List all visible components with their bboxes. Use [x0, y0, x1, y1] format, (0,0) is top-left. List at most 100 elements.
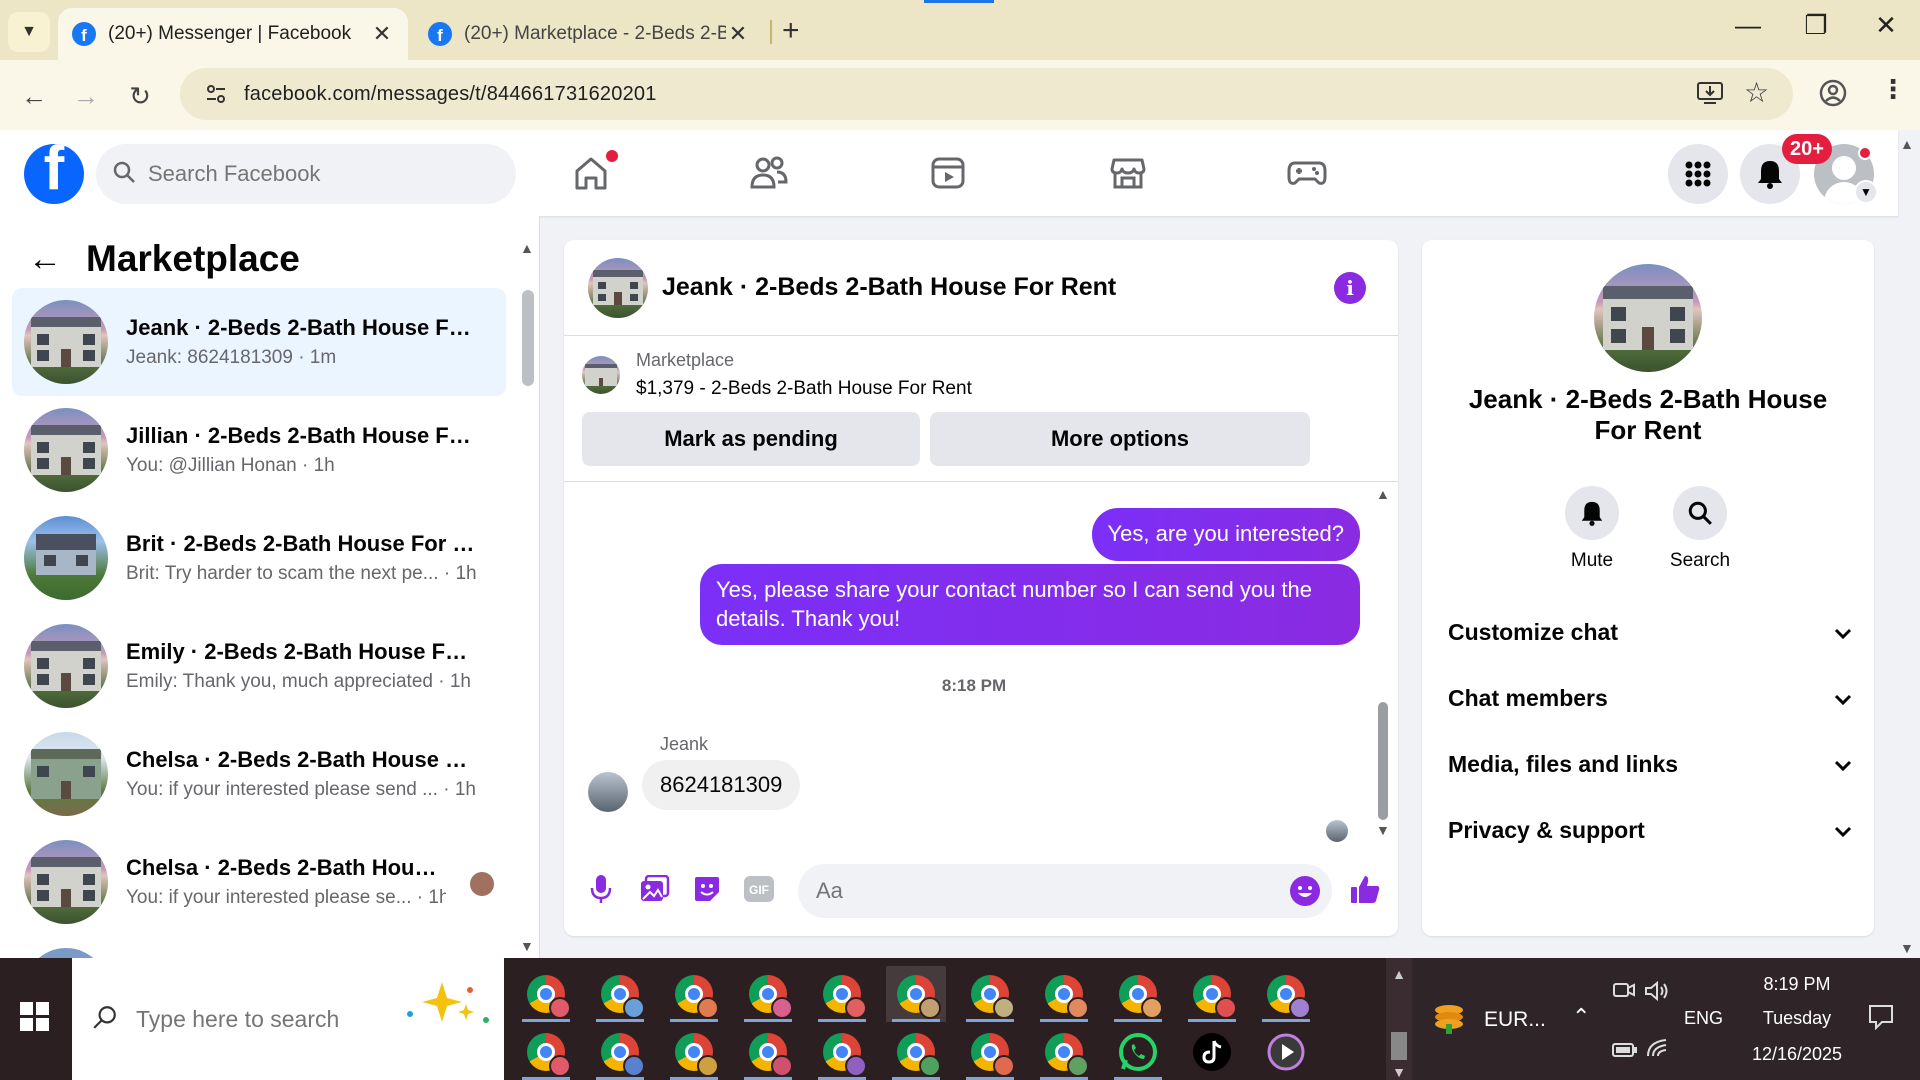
- currency-coins-icon[interactable]: [1432, 1000, 1466, 1039]
- meet-now-icon[interactable]: [1612, 980, 1636, 1007]
- show-hidden-icons-chevron-up-icon[interactable]: ⌃: [1572, 1004, 1590, 1030]
- taskbar-chrome-window[interactable]: [590, 966, 650, 1022]
- window-close-icon[interactable]: ✕: [1866, 10, 1906, 41]
- nav-friends[interactable]: [734, 148, 804, 198]
- taskbar-chrome-window[interactable]: [590, 1024, 650, 1080]
- message-input[interactable]: [816, 878, 1256, 904]
- mute-button[interactable]: Mute: [1552, 486, 1632, 572]
- restore-icon[interactable]: ❐: [1796, 10, 1836, 41]
- site-settings-icon[interactable]: [196, 74, 236, 114]
- taskbar-chrome-window[interactable]: [664, 1024, 724, 1080]
- media-files-links-row[interactable]: Media, files and links: [1448, 744, 1852, 784]
- menu-grid-button[interactable]: [1668, 144, 1728, 204]
- clock-date[interactable]: 12/16/2025: [1738, 1044, 1856, 1065]
- scroll-up-icon[interactable]: ▲: [1376, 486, 1390, 502]
- browser-menu-icon[interactable]: ⋮: [1880, 74, 1906, 105]
- privacy-support-row[interactable]: Privacy & support: [1448, 810, 1852, 850]
- taskbar-chrome-window[interactable]: [886, 1024, 946, 1080]
- notification-center-icon[interactable]: [1868, 1004, 1894, 1035]
- nav-marketplace[interactable]: [1093, 148, 1163, 198]
- forward-arrow-icon[interactable]: →: [66, 76, 106, 116]
- taskbar-search-box[interactable]: [72, 958, 504, 1080]
- tab-search-button[interactable]: ▼: [8, 12, 50, 52]
- back-arrow-icon[interactable]: ←: [28, 240, 62, 279]
- conversation-item[interactable]: [12, 936, 506, 958]
- taskbar-chrome-window[interactable]: [664, 966, 724, 1022]
- taskbar-search-input[interactable]: [136, 1005, 406, 1033]
- taskbar-chrome-window[interactable]: [812, 966, 872, 1022]
- taskbar-chrome-window[interactable]: [516, 966, 576, 1022]
- nav-home[interactable]: [556, 148, 626, 198]
- emoji-icon[interactable]: [1290, 876, 1320, 906]
- nav-video[interactable]: [913, 148, 983, 198]
- tab-close-icon[interactable]: ✕: [370, 21, 394, 47]
- listing-mini-thumbnail[interactable]: [582, 356, 620, 394]
- taskbar-chrome-window[interactable]: [1034, 966, 1094, 1022]
- chat-title[interactable]: Jeank · 2-Beds 2-Bath House For Rent: [662, 273, 1116, 302]
- bookmark-star-icon[interactable]: ☆: [1744, 76, 1769, 109]
- page-scroll-down-icon[interactable]: ▼: [1900, 940, 1914, 956]
- info-icon[interactable]: i: [1334, 272, 1366, 304]
- clock-day[interactable]: Tuesday: [1752, 1008, 1842, 1029]
- thumbs-up-icon[interactable]: [1346, 870, 1384, 908]
- wifi-icon[interactable]: [1646, 1038, 1670, 1063]
- taskbar-chrome-window[interactable]: [1256, 966, 1316, 1022]
- taskbar-tiktok[interactable]: [1182, 1024, 1242, 1080]
- conversation-item[interactable]: Jeank · 2-Beds 2-Bath House For... Jeank…: [12, 288, 506, 396]
- sticker-icon[interactable]: [688, 870, 726, 908]
- scroll-up-icon[interactable]: ▲: [520, 240, 534, 256]
- taskbar-chrome-window[interactable]: [812, 1024, 872, 1080]
- volume-icon[interactable]: [1644, 980, 1670, 1007]
- chat-listing-thumbnail[interactable]: [588, 257, 648, 318]
- nav-gaming[interactable]: [1272, 148, 1342, 198]
- taskbar-chrome-window[interactable]: [738, 1024, 798, 1080]
- taskbar-chrome-window[interactable]: [738, 966, 798, 1022]
- battery-icon[interactable]: [1612, 1042, 1638, 1063]
- message-input-box[interactable]: [798, 864, 1332, 918]
- search-in-conversation-button[interactable]: Search: [1660, 486, 1740, 572]
- clock-time[interactable]: 8:19 PM: [1752, 974, 1842, 995]
- conversation-item[interactable]: Chelsa · 2-Beds 2-Bath House Fo... You: …: [12, 720, 506, 828]
- sender-avatar[interactable]: [588, 772, 628, 812]
- microphone-icon[interactable]: [582, 870, 620, 908]
- minimize-icon[interactable]: —: [1728, 10, 1768, 41]
- chat-scrollbar[interactable]: [1378, 702, 1388, 820]
- facebook-logo[interactable]: f: [24, 144, 84, 204]
- taskbar-chrome-window-active[interactable]: [886, 966, 946, 1022]
- conversation-item[interactable]: Jillian · 2-Beds 2-Bath House For... You…: [12, 396, 506, 504]
- taskbar-chrome-window[interactable]: [1034, 1024, 1094, 1080]
- conversation-photo[interactable]: [1594, 264, 1702, 372]
- new-tab-plus-icon[interactable]: +: [782, 14, 800, 48]
- gif-icon[interactable]: GIF: [740, 870, 778, 908]
- conversation-item[interactable]: Brit · 2-Beds 2-Bath House For R... Brit…: [12, 504, 506, 612]
- mark-as-pending-button[interactable]: Mark as pending: [582, 412, 920, 466]
- page-scroll-up-icon[interactable]: ▲: [1900, 136, 1914, 152]
- address-bar[interactable]: facebook.com/messages/t/844661731620201: [180, 68, 1793, 120]
- browser-tab-messenger[interactable]: f (20+) Messenger | Facebook ✕: [58, 8, 408, 60]
- outgoing-message[interactable]: Yes, please share your contact number so…: [700, 564, 1360, 646]
- taskbar-chrome-window[interactable]: [960, 966, 1020, 1022]
- profile-icon[interactable]: [1818, 78, 1848, 115]
- taskbar-chrome-window[interactable]: [960, 1024, 1020, 1080]
- install-app-icon[interactable]: [1696, 80, 1724, 113]
- reload-icon[interactable]: ↻: [120, 76, 160, 116]
- more-options-button[interactable]: More options: [930, 412, 1310, 466]
- photo-icon[interactable]: [636, 870, 674, 908]
- account-chevron-down-icon[interactable]: ▼: [1854, 180, 1878, 204]
- tab-close-icon[interactable]: ✕: [726, 21, 750, 47]
- scroll-thumb[interactable]: [1391, 1032, 1407, 1060]
- browser-tab-marketplace[interactable]: f (20+) Marketplace - 2-Beds 2-B ✕: [414, 8, 764, 60]
- list-scrollbar[interactable]: [522, 290, 534, 386]
- conversation-item[interactable]: Chelsa · 2-Beds 2-Bath House ... You: if…: [12, 828, 506, 936]
- facebook-search-box[interactable]: [96, 144, 516, 204]
- customize-chat-row[interactable]: Customize chat: [1448, 612, 1852, 652]
- incoming-message[interactable]: 8624181309: [642, 760, 801, 810]
- conversation-item[interactable]: Emily · 2-Beds 2-Bath House For... Emily…: [12, 612, 506, 720]
- taskbar-chrome-window[interactable]: [1108, 966, 1168, 1022]
- taskbar-scrollbar[interactable]: ▲ ▼: [1386, 958, 1412, 1080]
- currency-label[interactable]: EUR...: [1484, 1008, 1546, 1032]
- back-arrow-icon[interactable]: ←: [14, 76, 54, 116]
- taskbar-whatsapp[interactable]: [1108, 1024, 1168, 1080]
- outgoing-message[interactable]: Yes, are you interested?: [1091, 508, 1360, 561]
- taskbar-chrome-window[interactable]: [516, 1024, 576, 1080]
